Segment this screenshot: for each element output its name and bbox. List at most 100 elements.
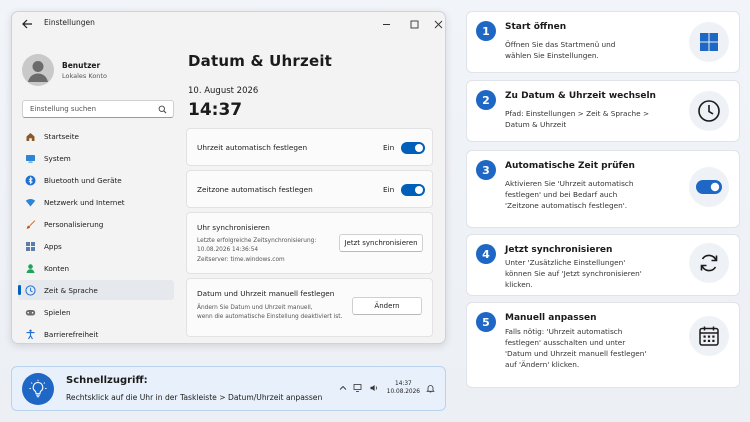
sidebar-item-personalization[interactable]: Personalisierung	[18, 214, 174, 234]
current-time: 14:37	[188, 100, 243, 120]
step-title: Automatische Zeit prüfen	[505, 161, 635, 171]
lightbulb-icon	[29, 379, 47, 398]
nav-list: Startseite System Bluetooth und Geräte N…	[18, 126, 174, 343]
sidebar-item-system[interactable]: System	[18, 148, 174, 168]
brush-icon	[26, 219, 36, 229]
sidebar-item-label: Spielen	[44, 307, 71, 317]
content-pane: Datum & Uhrzeit 10. August 2026 14:37 Uh…	[186, 36, 441, 343]
sidebar-item-label: Apps	[44, 241, 62, 251]
sync-last-value: 10.08.2026 14:36:54	[197, 247, 259, 253]
step-number: 5	[476, 312, 496, 332]
step-1: 1 Start öffnen Öffnen Sie das Startmenü …	[466, 11, 740, 73]
maximize-button[interactable]	[407, 17, 421, 31]
apps-icon	[26, 241, 35, 251]
tip-title: Schnellzugriff:	[66, 375, 148, 386]
manual-title: Datum und Uhrzeit manuell festlegen	[197, 289, 335, 298]
step-number: 1	[476, 21, 496, 41]
sidebar-item-label: Netzwerk und Internet	[44, 197, 125, 207]
accounts-icon	[26, 263, 35, 273]
minimize-button[interactable]	[379, 17, 393, 31]
current-date: 10. August 2026	[188, 86, 259, 96]
accessibility-icon	[26, 329, 35, 339]
title-bar: Einstellungen	[12, 12, 445, 36]
sidebar-item-time-language[interactable]: Zeit & Sprache	[18, 280, 174, 300]
sync-title: Uhr synchronisieren	[197, 223, 270, 232]
step-icon-badge	[689, 316, 729, 356]
sidebar-item-label: Zeit & Sprache	[44, 285, 98, 295]
sidebar-item-gaming[interactable]: Spielen	[18, 302, 174, 322]
step-description: Öffnen Sie das Startmenü und wählen Sie E…	[505, 40, 616, 60]
gaming-icon	[25, 309, 36, 315]
manual-desc-line1: Ändern Sie Datum und Uhrzeit manuell,	[197, 305, 313, 311]
page-title: Datum & Uhrzeit	[188, 52, 333, 70]
search-box[interactable]	[22, 100, 174, 118]
sidebar-item-network[interactable]: Netzwerk und Internet	[18, 192, 174, 212]
manual-card: Datum und Uhrzeit manuell festlegen Ände…	[186, 278, 433, 337]
sidebar-item-home[interactable]: Startseite	[18, 126, 174, 146]
auto-zone-label: Zeitzone automatisch festlegen	[197, 185, 313, 194]
settings-window: Einstellungen Benutzer Lokales Konto Ein…	[11, 11, 446, 344]
bell-icon[interactable]	[426, 384, 435, 393]
home-icon	[26, 132, 35, 141]
window-title: Einstellungen	[44, 18, 95, 27]
step-5: 5 Manuell anpassen Falls nötig: 'Uhrzeit…	[466, 302, 740, 388]
clock-icon	[698, 100, 720, 122]
step-3: 3 Automatische Zeit prüfen Aktivieren Si…	[466, 150, 740, 228]
avatar	[22, 54, 54, 86]
step-2: 2 Zu Datum & Uhrzeit wechseln Pfad: Eins…	[466, 80, 740, 142]
sidebar-item-accessibility[interactable]: Barrierefreiheit	[18, 324, 174, 343]
step-number: 4	[476, 244, 496, 264]
step-icon-badge	[689, 243, 729, 283]
sidebar-item-bluetooth[interactable]: Bluetooth und Geräte	[18, 170, 174, 190]
chevron-up-icon[interactable]	[339, 384, 347, 392]
auto-zone-state: Ein	[383, 185, 395, 194]
close-icon	[434, 20, 442, 28]
quick-tip: Schnellzugriff: Rechtsklick auf die Uhr …	[11, 366, 446, 411]
step-title: Jetzt synchronisieren	[505, 245, 613, 255]
user-icon	[28, 61, 48, 82]
step-title: Manuell anpassen	[505, 313, 597, 323]
auto-time-toggle[interactable]	[401, 142, 425, 154]
back-arrow-icon[interactable]	[21, 18, 33, 30]
search-input[interactable]	[30, 105, 154, 113]
auto-zone-card: Zeitzone automatisch festlegen Ein	[186, 170, 433, 208]
maximize-icon	[410, 20, 418, 28]
sidebar-item-label: Barrierefreiheit	[44, 329, 99, 339]
tray-clock-time: 14:37	[395, 381, 412, 387]
sidebar-item-label: Personalisierung	[44, 219, 104, 229]
volume-icon[interactable]	[369, 383, 379, 393]
step-description: Pfad: Einstellungen > Zeit & Sprache > Da…	[505, 109, 650, 129]
sidebar-item-label: Bluetooth und Geräte	[44, 175, 122, 185]
tip-text: Rechtsklick auf die Uhr in der Taskleist…	[66, 393, 323, 402]
tray-clock-date: 10.08.2026	[386, 389, 420, 395]
sidebar-item-accounts[interactable]: Konten	[18, 258, 174, 278]
bluetooth-icon	[25, 175, 36, 185]
step-description: Falls nötig: 'Uhrzeit automatisch festleg…	[505, 327, 647, 369]
sidebar-item-apps[interactable]: Apps	[18, 236, 174, 256]
tip-icon-badge	[22, 373, 54, 405]
change-button[interactable]: Ändern	[352, 297, 422, 315]
step-icon-badge	[689, 91, 729, 131]
minimize-icon	[382, 23, 390, 25]
sync-now-button[interactable]: Jetzt synchronisieren	[339, 234, 423, 252]
step-description: Aktivieren Sie 'Uhrzeit automatisch festl…	[505, 179, 634, 210]
auto-zone-toggle[interactable]	[401, 184, 425, 196]
profile-name: Benutzer	[62, 60, 101, 70]
sync-card: Uhr synchronisieren Letzte erfolgreiche …	[186, 212, 433, 274]
wifi-icon	[25, 198, 36, 206]
sidebar-item-label: Konten	[44, 263, 70, 273]
taskbar-tray: 14:37 10.08.2026	[333, 380, 435, 396]
search-icon[interactable]	[158, 105, 167, 114]
calendar-icon	[699, 326, 719, 346]
sync-last-label: Letzte erfolgreiche Zeitsynchronisierung…	[197, 238, 317, 244]
step-title: Start öffnen	[505, 22, 567, 32]
auto-time-card: Uhrzeit automatisch festlegen Ein	[186, 128, 433, 166]
windows-logo-icon	[700, 33, 718, 51]
close-button[interactable]	[431, 17, 445, 31]
auto-time-state: Ein	[383, 143, 395, 152]
tray-clock[interactable]: 14:37 10.08.2026	[387, 380, 420, 396]
step-title: Zu Datum & Uhrzeit wechseln	[505, 91, 656, 101]
network-icon[interactable]	[353, 383, 363, 393]
step-number: 3	[476, 160, 496, 180]
profile[interactable]: Benutzer Lokales Konto	[22, 54, 107, 86]
